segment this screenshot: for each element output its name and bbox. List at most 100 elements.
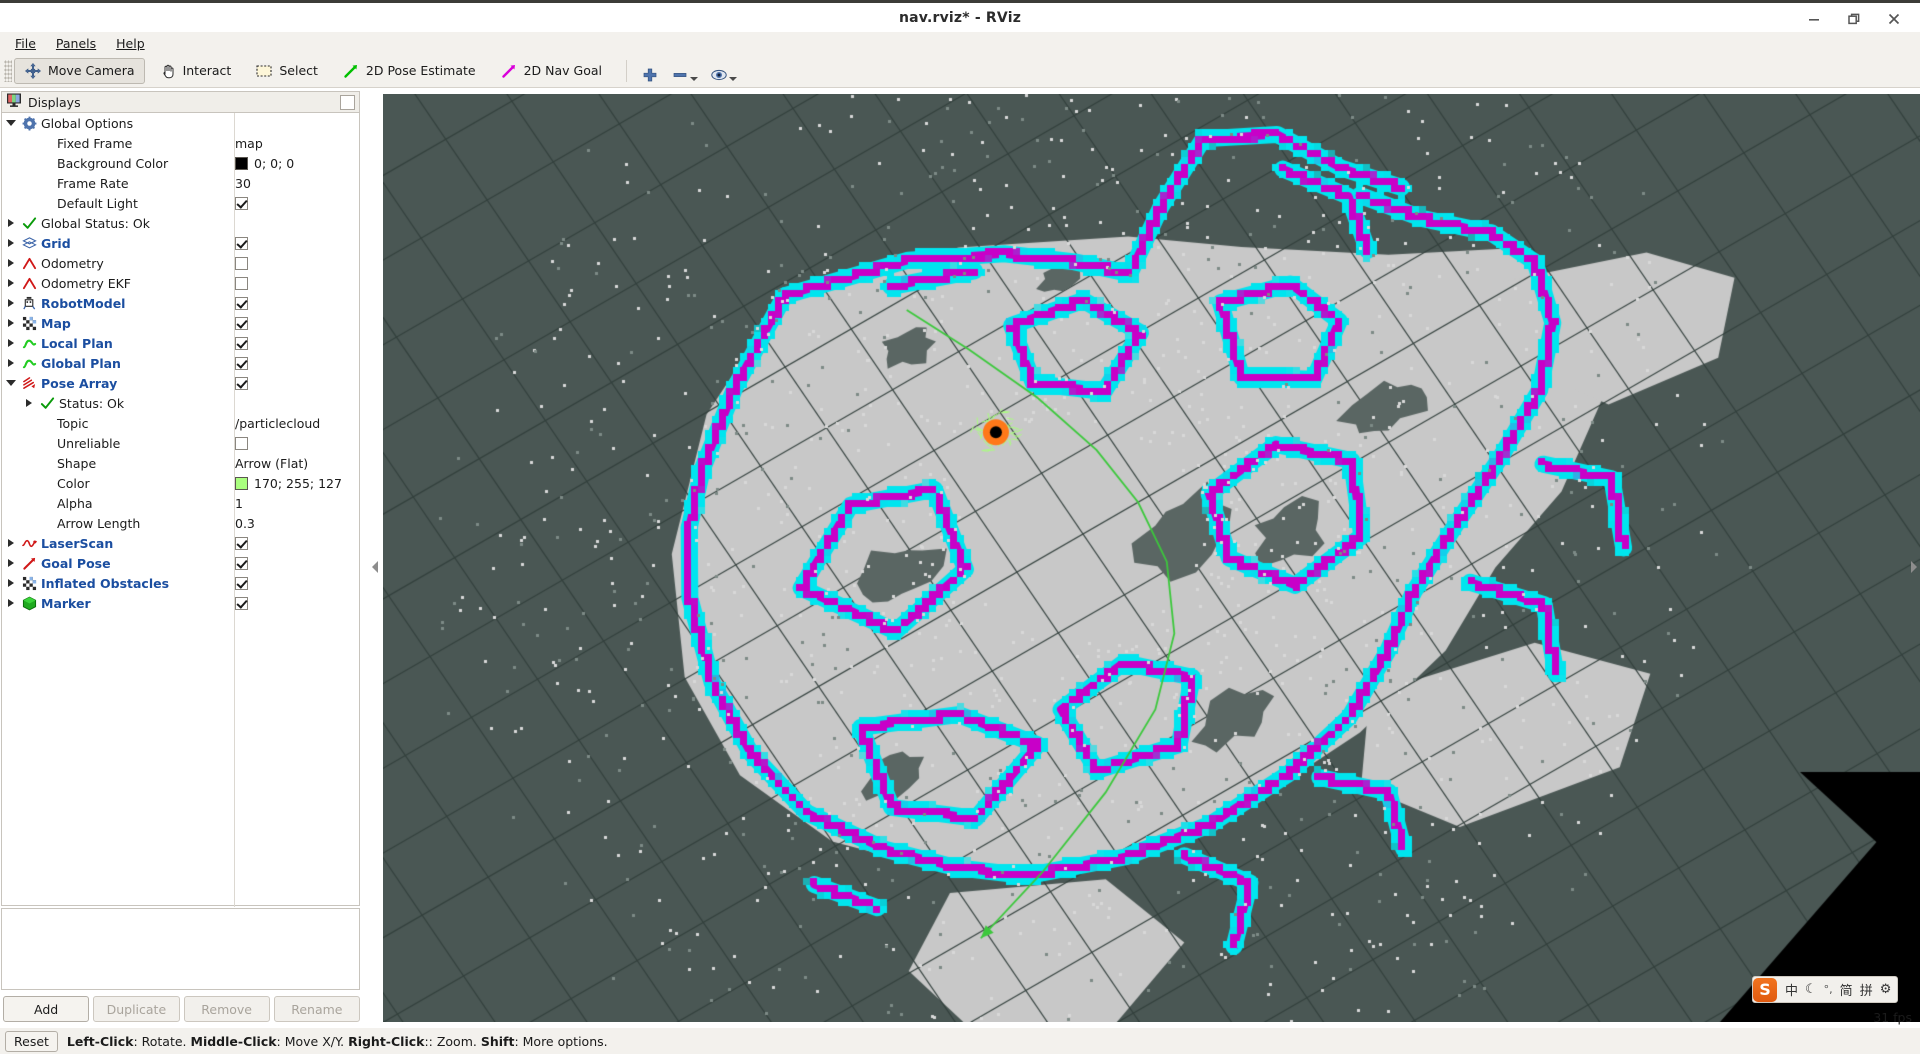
float-panel-button[interactable] [340,94,355,110]
expand-arrow-closed-icon[interactable] [2,219,20,227]
tree-row-global-plan[interactable]: Global Plan [2,353,359,373]
ime-simplified-icon[interactable]: 简 [1840,980,1853,999]
enable-checkbox[interactable] [235,236,248,250]
enable-checkbox[interactable] [235,336,248,350]
expand-arrow-closed-icon[interactable] [2,559,20,567]
tool-move-camera[interactable]: Move Camera [14,57,145,84]
chevron-down-icon[interactable] [729,76,737,81]
tree-row-value[interactable] [235,376,248,390]
focus-remove-button[interactable] [665,58,704,84]
reset-button[interactable]: Reset [5,1030,58,1052]
tree-row-odometry-ekf[interactable]: Odometry EKF [2,273,359,293]
enable-checkbox[interactable] [235,556,248,570]
tree-row-value[interactable] [235,296,248,310]
tree-row-value[interactable] [235,256,248,270]
enable-checkbox[interactable] [235,376,248,390]
enable-checkbox[interactable] [235,296,248,310]
tree-row-marker[interactable]: Marker [2,593,359,613]
tree-row-global-options[interactable]: Global Options [2,113,359,133]
expand-arrow-closed-icon[interactable] [2,259,20,267]
tree-row-laserscan[interactable]: LaserScan [2,533,359,553]
tool-interact[interactable]: Interact [149,58,242,84]
menu-panels[interactable]: Panels [48,34,106,53]
chevron-down-icon[interactable] [690,76,698,81]
color-swatch[interactable] [235,156,248,170]
tree-row-color[interactable]: Color 170; 255; 127 [2,473,359,493]
expand-arrow-open-icon[interactable] [2,380,20,386]
ime-toolbar[interactable]: S 中 ☾ °, 简 拼 ⚙ [1752,976,1899,1003]
expand-arrow-open-icon[interactable] [2,120,20,126]
enable-checkbox[interactable] [235,196,248,210]
minimize-icon[interactable] [1794,4,1834,34]
focus-camera-button[interactable] [704,58,743,84]
tree-row-value[interactable]: map [235,136,263,151]
tree-row-inflated-obstacles[interactable]: Inflated Obstacles [2,573,359,593]
enable-checkbox[interactable] [235,436,248,450]
enable-checkbox[interactable] [235,256,248,270]
expand-arrow-closed-icon[interactable] [20,399,38,407]
tree-row-value[interactable] [235,196,248,210]
expand-arrow-closed-icon[interactable] [2,239,20,247]
ime-pinyin-icon[interactable]: 拼 [1860,980,1873,999]
expand-arrow-closed-icon[interactable] [2,359,20,367]
tree-row-value[interactable] [235,536,248,550]
tree-row-value[interactable]: 0; 0; 0 [235,156,294,171]
toolbar-grip[interactable] [4,59,12,82]
expand-arrow-closed-icon[interactable] [2,279,20,287]
tree-row-pose-array[interactable]: Pose Array [2,373,359,393]
duplicate-button[interactable]: Duplicate [93,996,180,1022]
menu-file[interactable]: File [7,34,46,53]
tree-row-value[interactable]: 1 [235,496,243,511]
tree-row-value[interactable]: 30 [235,176,251,191]
expand-arrow-closed-icon[interactable] [2,319,20,327]
ime-settings-icon[interactable]: ⚙ [1880,982,1892,997]
tree-row-value[interactable]: Arrow (Flat) [235,456,308,471]
enable-checkbox[interactable] [235,536,248,550]
tool-2d-pose-estimate[interactable]: 2D Pose Estimate [332,58,486,84]
tree-row-goal-pose[interactable]: Goal Pose [2,553,359,573]
tree-row-value[interactable] [235,356,248,370]
enable-checkbox[interactable] [235,596,248,610]
tree-row-status-ok[interactable]: Status: Ok [2,393,359,413]
tree-row-map[interactable]: Map [2,313,359,333]
displays-tree[interactable]: Global Options Fixed Frame map Background C… [2,113,359,907]
tree-row-value[interactable] [235,316,248,330]
tree-row-value[interactable] [235,336,248,350]
tree-row-unreliable[interactable]: Unreliable [2,433,359,453]
tree-row-topic[interactable]: Topic/particlecloud [2,413,359,433]
tree-row-fixed-frame[interactable]: Fixed Frame map [2,133,359,153]
tree-row-frame-rate[interactable]: Frame Rate 30 [2,173,359,193]
close-icon[interactable] [1874,4,1914,34]
expand-arrow-closed-icon[interactable] [2,579,20,587]
tree-row-value[interactable] [235,236,248,250]
tool-2d-nav-goal[interactable]: 2D Nav Goal [490,58,612,84]
tree-row-value[interactable] [235,596,248,610]
tree-row-value[interactable] [235,556,248,570]
tree-row-local-plan[interactable]: Local Plan [2,333,359,353]
focus-add-button[interactable] [635,58,665,84]
left-splitter-handle[interactable] [369,556,380,578]
tree-row-value[interactable] [235,436,248,450]
tree-row-value[interactable] [235,576,248,590]
tree-row-shape[interactable]: Shape Arrow (Flat) [2,453,359,473]
tree-row-alpha[interactable]: Alpha 1 [2,493,359,513]
expand-arrow-closed-icon[interactable] [2,299,20,307]
rename-button[interactable]: Rename [273,996,360,1022]
enable-checkbox[interactable] [235,356,248,370]
tree-row-background-color[interactable]: Background Color 0; 0; 0 [2,153,359,173]
color-swatch[interactable] [235,476,248,490]
enable-checkbox[interactable] [235,316,248,330]
menu-help[interactable]: Help [108,34,155,53]
remove-button[interactable]: Remove [183,996,270,1022]
3d-render-view[interactable] [383,94,1920,1022]
expand-arrow-closed-icon[interactable] [2,539,20,547]
tree-row-value[interactable] [235,276,248,290]
ime-punctuation-icon[interactable]: °, [1824,983,1833,996]
enable-checkbox[interactable] [235,576,248,590]
right-splitter-handle[interactable] [1908,556,1919,578]
tree-row-value[interactable]: 0.3 [235,516,255,531]
tree-row-global-status-ok[interactable]: Global Status: Ok [2,213,359,233]
ime-lang-mode[interactable]: 中 [1785,980,1798,999]
add-button[interactable]: Add [3,996,90,1022]
maximize-icon[interactable] [1834,4,1874,34]
